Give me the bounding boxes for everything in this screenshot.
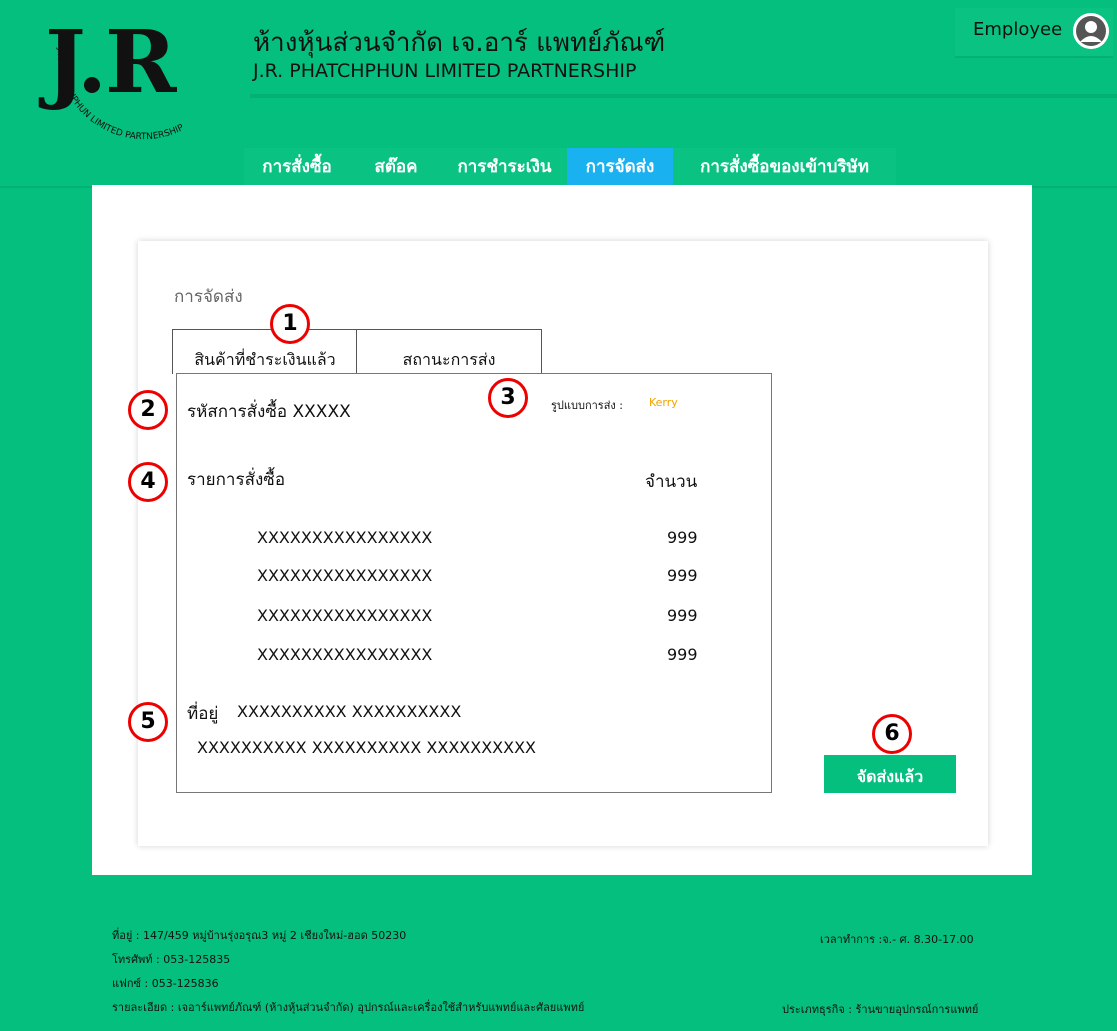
callout-2: 2 <box>128 390 168 430</box>
nav-tab-company-purchase[interactable]: การสั่งซื้อของเข้าบริษัท <box>673 148 896 186</box>
footer: ที่อยู่ : 147/459 หมู่บ้านรุ่งอรุณ3 หมู่… <box>92 880 1032 1031</box>
footer-address: ที่อยู่ : 147/459 หมู่บ้านรุ่งอรุณ3 หมู่… <box>112 929 407 942</box>
company-name-en: J.R. PHATCHPHUN LIMITED PARTNERSHIP <box>253 60 637 82</box>
footer-business-type: ประเภทธุรกิจ : ร้านขายอุปกรณ์การแพทย์ <box>782 1003 979 1016</box>
ship-method-label: รูปแบบการส่ง : <box>551 399 623 412</box>
nav-tab-payment[interactable]: การชำระเงิน <box>442 148 567 186</box>
header-divider <box>250 94 1117 98</box>
footer-fax: แฟกซ์ : 053-125836 <box>112 977 219 990</box>
item-quantity: 999 <box>667 566 698 585</box>
item-quantity: 999 <box>667 645 698 664</box>
address-line-1: XXXXXXXXXX XXXXXXXXXX <box>237 702 462 721</box>
footer-details: รายละเอียด : เจอาร์แพทย์ภัณฑ์ (ห้างหุ้นส… <box>112 1001 585 1014</box>
footer-hours: เวลาทำการ :จ.- ศ. 8.30-17.00 <box>820 933 974 946</box>
logo-text: J.R <box>45 12 176 113</box>
tab-paid-items[interactable]: สินค้าที่ชำระเงินแล้ว <box>172 329 358 374</box>
nav-tab-stock[interactable]: สต๊อค <box>350 148 442 186</box>
main-nav: การสั่งซื้อ สต๊อค การชำระเงิน การจัดส่ง … <box>244 148 896 186</box>
callout-5: 5 <box>128 702 168 742</box>
order-detail-panel: รหัสการสั่งซื้อ XXXXX รูปแบบการส่ง : Ker… <box>176 373 772 793</box>
items-label: รายการสั่งซื้อ <box>187 470 286 490</box>
company-name-th: ห้างหุ้นส่วนจำกัด เจ.อาร์ แพทย์ภัณฑ์ <box>253 28 666 58</box>
item-name: XXXXXXXXXXXXXXXX <box>257 645 433 664</box>
quantity-header: จำนวน <box>645 472 698 492</box>
item-quantity: 999 <box>667 606 698 625</box>
callout-4: 4 <box>128 462 168 502</box>
ship-method-value: Kerry <box>649 396 678 409</box>
item-quantity: 999 <box>667 528 698 547</box>
callout-3: 3 <box>488 378 528 418</box>
shipping-card: การจัดส่ง สินค้าที่ชำระเงินแล้ว สถานะการ… <box>138 241 988 846</box>
address-label: ที่อยู่ <box>187 704 219 724</box>
user-menu[interactable]: Employee <box>955 8 1113 58</box>
item-name: XXXXXXXXXXXXXXXX <box>257 566 433 585</box>
tab-shipping-status[interactable]: สถานะการส่ง <box>356 329 542 374</box>
user-avatar-icon[interactable] <box>1073 13 1109 49</box>
page-title: การจัดส่ง <box>174 287 243 307</box>
user-label: Employee <box>973 19 1063 40</box>
main-panel: การจัดส่ง สินค้าที่ชำระเงินแล้ว สถานะการ… <box>92 185 1032 875</box>
callout-6: 6 <box>872 714 912 754</box>
callout-1: 1 <box>270 304 310 344</box>
nav-tab-orders[interactable]: การสั่งซื้อ <box>244 148 350 186</box>
order-id-label: รหัสการสั่งซื้อ XXXXX <box>187 402 351 422</box>
address-line-2: XXXXXXXXXX XXXXXXXXXX XXXXXXXXXX <box>197 738 536 757</box>
footer-phone: โทรศัพท์ : 053-125835 <box>112 953 231 966</box>
header: J.R. PHATCHPHUN LIMITED PARTNERSHIP J.R … <box>0 0 1117 190</box>
nav-tab-shipping[interactable]: การจัดส่ง <box>567 148 673 186</box>
item-name: XXXXXXXXXXXXXXXX <box>257 606 433 625</box>
mark-shipped-button[interactable]: จัดส่งแล้ว <box>824 755 956 793</box>
item-name: XXXXXXXXXXXXXXXX <box>257 528 433 547</box>
